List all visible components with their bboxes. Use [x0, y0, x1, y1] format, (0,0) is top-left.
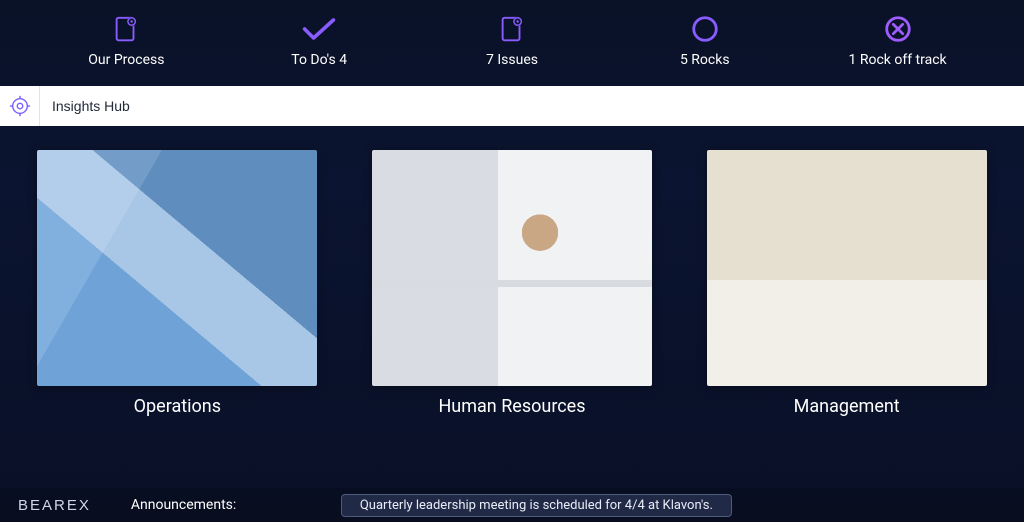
nav-label: 1 Rock off track: [849, 52, 947, 68]
nav-label: To Do's 4: [291, 52, 347, 68]
nav-label: 7 Issues: [486, 52, 538, 68]
card-title: Operations: [134, 396, 221, 417]
nav-rocks[interactable]: 5 Rocks: [635, 14, 775, 68]
nav-rock-off-track[interactable]: 1 Rock off track: [828, 14, 968, 68]
announcement-pill[interactable]: Quarterly leadership meeting is schedule…: [341, 494, 732, 517]
top-nav: Our Process To Do's 4 7 Issues: [0, 0, 1024, 86]
footer-ticker: BEAREX Announcements: Quarterly leadersh…: [0, 488, 1024, 522]
card-thumb: [372, 150, 652, 386]
card-management[interactable]: Management: [699, 150, 994, 417]
clipboard-gear-icon: [494, 14, 530, 44]
nav-todos[interactable]: To Do's 4: [249, 14, 389, 68]
nav-our-process[interactable]: Our Process: [56, 14, 196, 68]
checkmark-icon: [301, 14, 337, 44]
announcements-label: Announcements:: [131, 497, 301, 513]
gear-target-icon[interactable]: [0, 86, 40, 126]
x-ring-icon: [880, 14, 916, 44]
announcement-wrap: Quarterly leadership meeting is schedule…: [341, 494, 1006, 517]
card-title: Human Resources: [438, 396, 585, 417]
insights-bar: [0, 86, 1024, 126]
card-title: Management: [794, 396, 900, 417]
ring-icon: [687, 14, 723, 44]
card-thumb: [37, 150, 317, 386]
card-row: Operations Human Resources Management: [0, 150, 1024, 417]
nav-issues[interactable]: 7 Issues: [442, 14, 582, 68]
nav-label: 5 Rocks: [680, 52, 730, 68]
nav-label: Our Process: [88, 52, 164, 68]
card-thumb: [707, 150, 987, 386]
card-human-resources[interactable]: Human Resources: [365, 150, 660, 417]
card-operations[interactable]: Operations: [30, 150, 325, 417]
insights-input[interactable]: [40, 86, 1024, 126]
brand-logo: BEAREX: [18, 497, 91, 514]
clipboard-gear-icon: [108, 14, 144, 44]
